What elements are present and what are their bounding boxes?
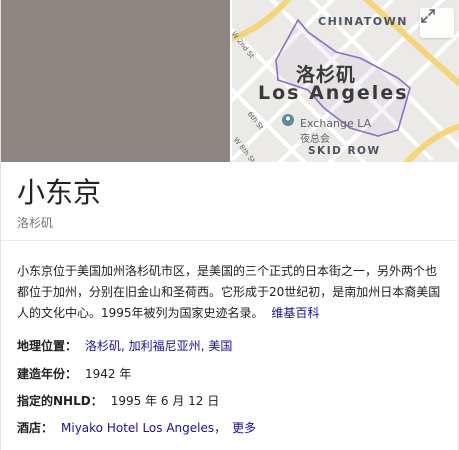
entity-subtitle: 洛杉矶 (17, 216, 54, 230)
divider (1, 240, 459, 241)
fact-location-key: 地理位置： (17, 339, 78, 353)
poi-sublabel: 夜总会 (300, 134, 330, 145)
separator: , (121, 339, 129, 353)
expand-map-button[interactable] (420, 8, 454, 38)
fact-nhld: 指定的NHLD： 1995 年 6 月 12 日 (17, 392, 219, 409)
location-link-california[interactable]: 加利福尼亚州 (129, 339, 201, 353)
knowledge-panel: CHINATOWN W 2nd St 洛杉矶 Los Angeles 6th S… (0, 0, 459, 450)
description-text: 小东京位于美国加州洛杉矶市区，是美国的三个正式的日本街之一，另外两个也都位于加州… (17, 264, 441, 320)
map-label-chinatown: CHINATOWN (318, 15, 408, 28)
map-label-skid-row: SKID ROW (308, 145, 381, 157)
location-link-los-angeles[interactable]: 洛杉矶 (85, 339, 121, 353)
separator: ， (214, 421, 227, 435)
fact-built: 建造年份： 1942 年 (17, 365, 131, 382)
wikipedia-link[interactable]: 维基百科 (271, 306, 319, 320)
fact-nhld-key: 指定的NHLD： (17, 394, 103, 408)
hotel-link[interactable]: Miyako Hotel Los Angeles (61, 421, 214, 435)
more-hotels-link[interactable]: 更多 (232, 421, 256, 435)
fact-built-value: 1942 年 (85, 367, 132, 381)
entity-title: 小东京 (17, 176, 102, 209)
fact-hotels: 酒店： Miyako Hotel Los Angeles， 更多 (17, 419, 256, 436)
fact-nhld-value: 1995 年 6 月 12 日 (110, 394, 220, 408)
expand-icon (421, 9, 435, 23)
map-city-en-label: Los Angeles (258, 82, 409, 104)
fact-built-key: 建造年份： (17, 367, 78, 381)
fact-location: 地理位置： 洛杉矶, 加利福尼亚州, 美国 (17, 337, 232, 354)
entity-photo[interactable] (1, 0, 230, 162)
location-link-usa[interactable]: 美国 (208, 339, 232, 353)
hero-images: CHINATOWN W 2nd St 洛杉矶 Los Angeles 6th S… (1, 0, 459, 162)
entity-description: 小东京位于美国加州洛杉矶市区，是美国的三个正式的日本街之一，另外两个也都位于加州… (17, 261, 441, 324)
fact-hotels-key: 酒店： (17, 421, 54, 435)
poi-label[interactable]: Exchange LA (300, 117, 371, 130)
location-map[interactable]: CHINATOWN W 2nd St 洛杉矶 Los Angeles 6th S… (230, 0, 459, 162)
exchange-la-pin (282, 114, 294, 126)
